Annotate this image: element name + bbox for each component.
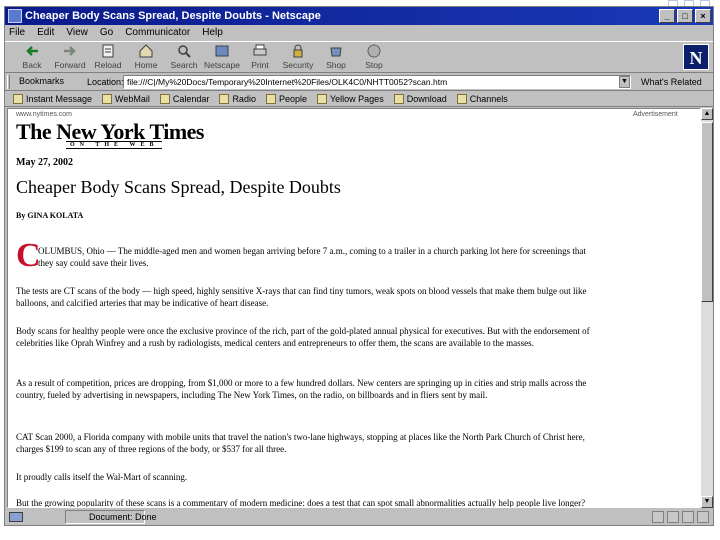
location-label: Location:	[87, 77, 124, 87]
location-bar: Bookmarks Location: file:///C|/My%20Docs…	[5, 73, 713, 91]
bookmarks-button[interactable]: Bookmarks	[15, 74, 68, 90]
close-button[interactable]: ×	[695, 9, 711, 23]
netscape-button[interactable]: Netscape	[203, 42, 241, 72]
personal-toolbar: Instant Message WebMail Calendar Radio P…	[5, 91, 713, 107]
article-dropcap: C	[16, 237, 41, 274]
search-icon	[178, 45, 191, 58]
forward-arrow-icon	[64, 46, 76, 56]
personal-item-yellow-pages[interactable]: Yellow Pages	[316, 91, 384, 106]
maximize-button[interactable]: □	[677, 9, 693, 23]
personal-item-radio[interactable]: Radio	[219, 91, 256, 106]
netscape-icon	[215, 45, 229, 57]
reload-button[interactable]: Reload	[89, 42, 127, 72]
navigator-icon[interactable]	[652, 511, 664, 523]
status-bar: Document: Done	[5, 509, 713, 525]
scroll-thumb[interactable]	[701, 122, 713, 302]
navigation-toolbar: Back Forward Reload Home Search Netscape…	[5, 41, 713, 73]
mail-icon[interactable]	[667, 511, 679, 523]
composer-icon[interactable]	[697, 511, 709, 523]
reload-icon	[102, 44, 114, 58]
article-date: May 27, 2002	[16, 157, 73, 168]
newsgroup-icon[interactable]	[682, 511, 694, 523]
scroll-up-button[interactable]: ▲	[701, 108, 713, 120]
site-url[interactable]: www.nytimes.com	[16, 111, 72, 118]
personal-item-instant-message[interactable]: Instant Message	[13, 91, 92, 106]
article-paragraph: CAT Scan 2000, a Florida company with mo…	[16, 432, 585, 454]
title-bar: Cheaper Body Scans Spread, Despite Doubt…	[5, 7, 713, 25]
menu-edit[interactable]: Edit	[37, 25, 54, 41]
shop-button[interactable]: Shop	[317, 42, 355, 72]
personal-item-webmail[interactable]: WebMail	[102, 91, 150, 106]
security-status-icon[interactable]	[9, 512, 23, 522]
article-paragraph: But the growing popularity of these scan…	[16, 498, 586, 508]
article-paragraph: It proudly calls itself the Wal-Mart of …	[16, 472, 188, 482]
status-text: Document: Done	[89, 512, 157, 522]
stop-icon	[367, 44, 381, 58]
shop-icon	[330, 47, 342, 57]
bookmark-icon	[265, 93, 276, 104]
menu-go[interactable]: Go	[100, 25, 113, 41]
location-input[interactable]: file:///C|/My%20Docs/Temporary%20Interne…	[123, 75, 631, 89]
bookmark-icon	[316, 93, 327, 104]
location-dropdown-button[interactable]: ▼	[619, 76, 630, 88]
toolbar-grip[interactable]	[7, 75, 10, 89]
bookmark-icon	[102, 93, 113, 104]
personal-item-people[interactable]: People	[265, 91, 307, 106]
netscape-logo: N	[683, 44, 709, 70]
article-paragraph: OLUMBUS, Ohio — The middle-aged men and …	[38, 246, 586, 268]
article-byline: By GINA KOLATA	[16, 211, 84, 220]
nytimes-logo-subtitle: ON THE WEB	[66, 141, 163, 149]
print-icon	[253, 44, 267, 56]
menu-help[interactable]: Help	[202, 25, 223, 41]
stop-button[interactable]: Stop	[355, 42, 393, 72]
bookmark-icon	[159, 93, 170, 104]
article-paragraph: As a result of competition, prices are d…	[16, 378, 587, 400]
security-button[interactable]: Security	[279, 42, 317, 72]
advertisement-label: Advertisement	[633, 111, 678, 118]
article-paragraph: The tests are CT scans of the body — hig…	[16, 286, 587, 308]
bookmark-icon	[456, 93, 467, 104]
personal-item-calendar[interactable]: Calendar	[159, 91, 209, 106]
browser-window: Cheaper Body Scans Spread, Despite Doubt…	[4, 6, 714, 526]
bookmark-icon	[219, 93, 230, 104]
vertical-scrollbar[interactable]: ▲ ▼	[701, 108, 713, 508]
menu-communicator[interactable]: Communicator	[125, 25, 190, 41]
menu-view[interactable]: View	[66, 25, 88, 41]
menu-file[interactable]: File	[9, 25, 25, 41]
print-button[interactable]: Print	[241, 42, 279, 72]
back-arrow-icon	[26, 46, 38, 56]
whats-related-button[interactable]: What's Related	[637, 74, 706, 90]
back-button[interactable]: Back	[13, 42, 51, 72]
page-content: www.nytimes.com Advertisement The New Yo…	[7, 108, 701, 508]
minimize-button[interactable]: _	[659, 9, 675, 23]
component-bar	[652, 511, 709, 523]
forward-button[interactable]: Forward	[51, 42, 89, 72]
bookmark-icon	[13, 93, 23, 104]
home-icon	[139, 44, 153, 58]
bookmark-icon	[393, 93, 404, 104]
netscape-app-icon	[8, 9, 22, 23]
personal-item-download[interactable]: Download	[393, 91, 447, 106]
search-button[interactable]: Search	[165, 42, 203, 72]
personal-item-channels[interactable]: Channels	[456, 91, 508, 106]
scroll-down-button[interactable]: ▼	[701, 496, 713, 508]
security-lock-icon	[293, 44, 303, 58]
home-button[interactable]: Home	[127, 42, 165, 72]
menu-bar: File Edit View Go Communicator Help	[5, 25, 713, 41]
article-paragraph: Body scans for healthy people were once …	[16, 326, 590, 348]
article-headline: Cheaper Body Scans Spread, Despite Doubt…	[16, 177, 341, 197]
window-title: Cheaper Body Scans Spread, Despite Doubt…	[25, 10, 321, 22]
